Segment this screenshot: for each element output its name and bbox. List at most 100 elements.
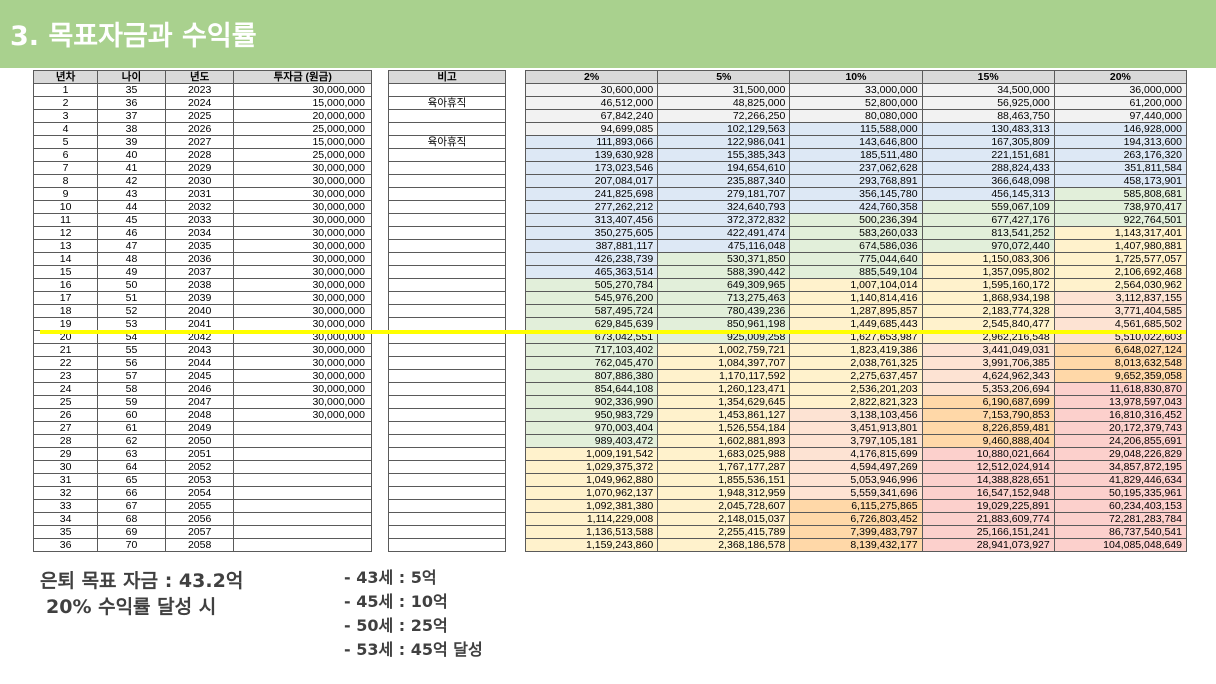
cell-return-value: 6,190,687,699 (921, 395, 1055, 409)
table-row: 17 51 2039 30,000,000 (32, 291, 372, 305)
cell-return-value: 11,618,830,870 (1053, 382, 1188, 396)
returns-row: 505,270,784 649,309,965 1,007,104,014 1,595… (524, 278, 1188, 292)
cell-note (388, 265, 506, 279)
cell-year: 2055 (164, 499, 235, 513)
note-row: 육아휴직 (388, 96, 506, 110)
returns-row: 629,845,639 850,961,198 1,449,685,443 2,545… (524, 317, 1188, 331)
cell-year: 2053 (164, 473, 235, 487)
header-rate: 2% (524, 70, 659, 84)
cell-return-value: 324,640,793 (657, 200, 791, 214)
cell-age: 65 (97, 473, 166, 487)
cell-return-value: 293,768,891 (789, 174, 923, 188)
cell-year-no: 17 (32, 291, 99, 305)
cell-return-value: 1,140,814,416 (789, 291, 923, 305)
cell-age: 38 (97, 122, 166, 136)
table-row: 28 62 2050 (32, 434, 372, 448)
cell-return-value: 8,226,859,481 (921, 421, 1055, 435)
note-row (388, 434, 506, 448)
cell-return-value: 1,009,191,542 (524, 447, 659, 461)
cell-return-value: 4,561,685,502 (1053, 317, 1188, 331)
cell-age: 40 (97, 148, 166, 162)
header-age: 나이 (97, 70, 166, 84)
cell-year: 2051 (164, 447, 235, 461)
table-row: 22 56 2044 30,000,000 (32, 356, 372, 370)
note-row (388, 538, 506, 552)
cell-year: 2048 (164, 408, 235, 422)
cell-age: 56 (97, 356, 166, 370)
table-row: 23 57 2045 30,000,000 (32, 369, 372, 383)
cell-return-value: 2,822,821,323 (789, 395, 923, 409)
table-row: 25 59 2047 30,000,000 (32, 395, 372, 409)
cell-return-value: 185,511,480 (789, 148, 923, 162)
cell-year: 2045 (164, 369, 235, 383)
page-title: 3. 목표자금과 수익률 (10, 21, 257, 52)
cell-return-value: 10,880,021,664 (921, 447, 1055, 461)
cell-investment: 30,000,000 (233, 395, 372, 409)
table-row: 3 37 2025 20,000,000 (32, 109, 372, 123)
cell-return-value: 2,536,201,203 (789, 382, 923, 396)
cell-return-value: 505,270,784 (524, 278, 659, 292)
note-row (388, 148, 506, 162)
cell-year-no: 24 (32, 382, 99, 396)
header-rate: 20% (1053, 70, 1188, 84)
cell-note (388, 187, 506, 201)
cell-return-value: 587,495,724 (524, 304, 659, 318)
cell-return-value: 585,808,681 (1053, 187, 1188, 201)
cell-year: 2039 (164, 291, 235, 305)
note-row (388, 525, 506, 539)
cell-year-no: 16 (32, 278, 99, 292)
cell-note (388, 343, 506, 357)
table-row: 33 67 2055 (32, 499, 372, 513)
cell-age: 43 (97, 187, 166, 201)
table-row: 32 66 2054 (32, 486, 372, 500)
returns-row: 277,262,212 324,640,793 424,760,358 559,067… (524, 200, 1188, 214)
cell-investment: 30,000,000 (233, 317, 372, 331)
cell-return-value: 2,106,692,468 (1053, 265, 1188, 279)
cell-year-no: 14 (32, 252, 99, 266)
cell-return-value: 146,928,000 (1053, 122, 1188, 136)
cell-year-no: 27 (32, 421, 99, 435)
returns-row: 1,159,243,860 2,368,186,578 8,139,432,177 2… (524, 538, 1188, 552)
cell-return-value: 7,399,483,797 (789, 525, 923, 539)
cell-note (388, 356, 506, 370)
summary-condition: 20% 수익률 달성 시 (46, 596, 217, 618)
cell-year: 2044 (164, 356, 235, 370)
table-row: 6 40 2028 25,000,000 (32, 148, 372, 162)
cell-year-no: 36 (32, 538, 99, 552)
cell-return-value: 16,810,316,452 (1053, 408, 1188, 422)
cell-note (388, 369, 506, 383)
cell-return-value: 28,941,073,927 (921, 538, 1055, 552)
cell-return-value: 6,726,803,452 (789, 512, 923, 526)
cell-return-value: 3,441,049,031 (921, 343, 1055, 357)
cell-return-value: 1,855,536,151 (657, 473, 791, 487)
cell-return-value: 111,893,066 (524, 135, 659, 149)
note-row (388, 512, 506, 526)
cell-return-value: 33,000,000 (789, 83, 923, 97)
cell-return-value: 237,062,628 (789, 161, 923, 175)
cell-return-value: 1,260,123,471 (657, 382, 791, 396)
cell-year: 2031 (164, 187, 235, 201)
cell-return-value: 7,153,790,853 (921, 408, 1055, 422)
cell-return-value: 130,483,313 (921, 122, 1055, 136)
cell-year: 2041 (164, 317, 235, 331)
note-row (388, 226, 506, 240)
note-row (388, 395, 506, 409)
cell-return-value: 1,029,375,372 (524, 460, 659, 474)
cell-year-no: 32 (32, 486, 99, 500)
cell-return-value: 2,148,015,037 (657, 512, 791, 526)
cell-return-value: 351,811,584 (1053, 161, 1188, 175)
cell-note (388, 538, 506, 552)
cell-return-value: 1,725,577,057 (1053, 252, 1188, 266)
cell-return-value: 48,825,000 (657, 96, 791, 110)
cell-return-value: 1,453,861,127 (657, 408, 791, 422)
cell-return-value: 813,541,252 (921, 226, 1055, 240)
cell-return-value: 1,868,934,198 (921, 291, 1055, 305)
cell-year-no: 19 (32, 317, 99, 331)
cell-year: 2027 (164, 135, 235, 149)
cell-return-value: 155,385,343 (657, 148, 791, 162)
cell-note (388, 122, 506, 136)
returns-row: 1,070,962,137 1,948,312,959 5,559,341,696 1… (524, 486, 1188, 500)
cell-return-value: 530,371,850 (657, 252, 791, 266)
cell-return-value: 713,275,463 (657, 291, 791, 305)
note-row (388, 473, 506, 487)
